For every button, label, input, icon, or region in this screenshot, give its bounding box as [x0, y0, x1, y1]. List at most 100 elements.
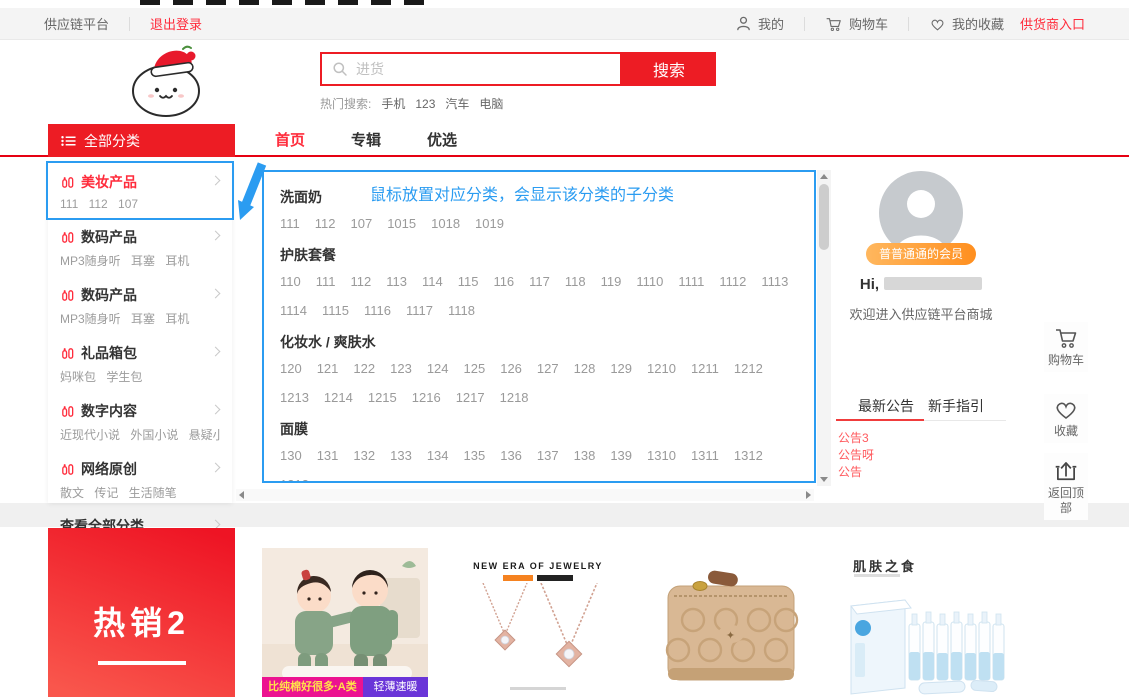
subcategory-link[interactable]: 1114	[280, 296, 307, 325]
product-jewelry[interactable]: NEW ERA OF JEWELRY	[455, 548, 621, 697]
cart-link[interactable]: 购物车	[825, 14, 888, 33]
scroll-right-arrow[interactable]	[806, 491, 811, 499]
subcategory-link[interactable]: 1112	[719, 267, 746, 296]
hot-keyword-link[interactable]: 汽车	[445, 97, 469, 111]
subcategory-link[interactable]: 118	[565, 267, 586, 296]
supplier-entry-link[interactable]: 供货商入口	[1020, 14, 1085, 33]
subcategory-link[interactable]: 138	[574, 441, 596, 470]
tab-albums[interactable]: 专辑	[328, 124, 404, 157]
hot-keyword-link[interactable]: 手机	[381, 97, 405, 111]
subcategory-link[interactable]: 1210	[647, 354, 676, 383]
subcategory-link[interactable]: 137	[537, 441, 559, 470]
subcategory-link[interactable]: 115	[458, 267, 479, 296]
subcategory-link[interactable]: 131	[317, 441, 339, 470]
subcategory-link[interactable]: 1218	[500, 383, 529, 412]
notice-link[interactable]: 公告呀	[838, 447, 874, 464]
subcategory-link[interactable]: 126	[500, 354, 522, 383]
tab-beginner-guide[interactable]: 新手指引	[928, 396, 984, 416]
sidebar-item-digital-2[interactable]: 数码产品 MP3随身听 耳塞 耳机	[48, 276, 232, 334]
subcategory-link[interactable]: 117	[529, 267, 550, 296]
subcategory-link[interactable]: 133	[390, 441, 412, 470]
subcategory-link[interactable]: 1118	[448, 296, 475, 325]
scroll-down-arrow[interactable]	[820, 477, 828, 482]
notice-link[interactable]: 公告	[838, 464, 874, 481]
subcategory-link[interactable]: 1113	[761, 267, 788, 296]
subcategory-link[interactable]: 127	[537, 354, 559, 383]
sidebar-item-digital-content[interactable]: 数字内容 近现代小说 外国小说 悬疑小说	[48, 392, 232, 450]
sidebar-item-beauty[interactable]: 美妆产品 111 112 107	[48, 163, 232, 218]
subcategory-link[interactable]: 1110	[636, 267, 663, 296]
subcategory-link[interactable]: 135	[464, 441, 486, 470]
flyout-vertical-scrollbar[interactable]	[817, 170, 831, 486]
rail-favorite-button[interactable]: 收藏	[1044, 394, 1088, 443]
subcategory-link[interactable]: 132	[353, 441, 375, 470]
subcategory-link[interactable]: 120	[280, 354, 302, 383]
subcategory-link[interactable]: 1310	[647, 441, 676, 470]
sidebar-item-bags[interactable]: 礼品箱包 妈咪包 学生包	[48, 334, 232, 392]
hot-keyword-link[interactable]: 电脑	[479, 97, 503, 111]
favorites-link[interactable]: 我的收藏	[929, 14, 1004, 33]
sidebar-item-web-original[interactable]: 网络原创 散文 传记 生活随笔	[48, 450, 232, 508]
all-categories-button[interactable]: 全部分类	[48, 124, 235, 157]
flyout-section-title[interactable]: 化妆水 / 爽肤水	[280, 332, 798, 352]
sidebar-item-digital[interactable]: 数码产品 MP3随身听 耳塞 耳机	[48, 218, 232, 276]
subcategory-link[interactable]: 1313	[280, 470, 309, 483]
subcategory-link[interactable]: 1212	[734, 354, 763, 383]
tab-latest-notices[interactable]: 最新公告	[858, 396, 914, 416]
hot-keyword-link[interactable]: 123	[415, 97, 435, 111]
product-ampoules[interactable]: 肌肤之食	[841, 548, 1007, 697]
subcategory-link[interactable]: 107	[351, 209, 373, 238]
subcategory-link[interactable]: 130	[280, 441, 302, 470]
subcategory-link[interactable]: 1211	[691, 354, 719, 383]
hot-sale-banner[interactable]: 热销2	[48, 528, 235, 697]
tab-home[interactable]: 首页	[252, 124, 328, 157]
product-card-holder[interactable]: ✦	[648, 548, 814, 697]
subcategory-link[interactable]: 129	[610, 354, 632, 383]
subcategory-link[interactable]: 113	[386, 267, 407, 296]
search-input[interactable]	[354, 60, 620, 78]
subcategory-link[interactable]: 119	[601, 267, 622, 296]
subcategory-link[interactable]: 124	[427, 354, 449, 383]
scroll-left-arrow[interactable]	[239, 491, 244, 499]
rail-cart-button[interactable]: 购物车	[1044, 322, 1088, 372]
subcategory-link[interactable]: 125	[464, 354, 486, 383]
search-button[interactable]: 搜索	[622, 52, 716, 86]
subcategory-link[interactable]: 122	[353, 354, 375, 383]
subcategory-link[interactable]: 139	[610, 441, 632, 470]
subcategory-link[interactable]: 112	[351, 267, 372, 296]
subcategory-link[interactable]: 110	[280, 267, 301, 296]
subcategory-link[interactable]: 1116	[364, 296, 391, 325]
subcategory-link[interactable]: 111	[280, 209, 300, 238]
subcategory-link[interactable]: 1311	[691, 441, 719, 470]
subcategory-link[interactable]: 114	[422, 267, 443, 296]
subcategory-link[interactable]: 1215	[368, 383, 397, 412]
subcategory-link[interactable]: 1213	[280, 383, 309, 412]
flyout-section-title[interactable]: 面膜	[280, 419, 798, 439]
flyout-horizontal-scrollbar[interactable]	[236, 489, 814, 501]
subcategory-link[interactable]: 1018	[431, 209, 460, 238]
logout-link[interactable]: 退出登录	[150, 14, 202, 33]
subcategory-link[interactable]: 1019	[475, 209, 504, 238]
subcategory-link[interactable]: 1117	[406, 296, 433, 325]
site-name-link[interactable]: 供应链平台	[44, 14, 109, 33]
site-logo[interactable]	[120, 43, 218, 121]
subcategory-link[interactable]: 128	[574, 354, 596, 383]
notice-link[interactable]: 公告3	[838, 430, 874, 447]
subcategory-link[interactable]: 1115	[322, 296, 349, 325]
subcategory-link[interactable]: 1111	[678, 267, 704, 296]
subcategory-link[interactable]: 1217	[456, 383, 485, 412]
subcategory-link[interactable]: 112	[315, 209, 336, 238]
subcategory-link[interactable]: 134	[427, 441, 449, 470]
subcategory-link[interactable]: 1216	[412, 383, 441, 412]
subcategory-link[interactable]: 136	[500, 441, 522, 470]
subcategory-link[interactable]: 116	[493, 267, 514, 296]
subcategory-link[interactable]: 121	[317, 354, 339, 383]
tab-featured[interactable]: 优选	[404, 124, 480, 157]
flyout-section-title[interactable]: 护肤套餐	[280, 245, 798, 265]
scroll-up-arrow[interactable]	[820, 174, 828, 179]
subcategory-link[interactable]: 111	[316, 267, 336, 296]
scrollbar-thumb[interactable]	[819, 184, 829, 250]
subcategory-link[interactable]: 1015	[387, 209, 416, 238]
my-account-link[interactable]: 我的	[735, 14, 784, 33]
product-kids-pajamas[interactable]: 比纯棉好很多·A类 轻薄速暖	[262, 548, 428, 697]
